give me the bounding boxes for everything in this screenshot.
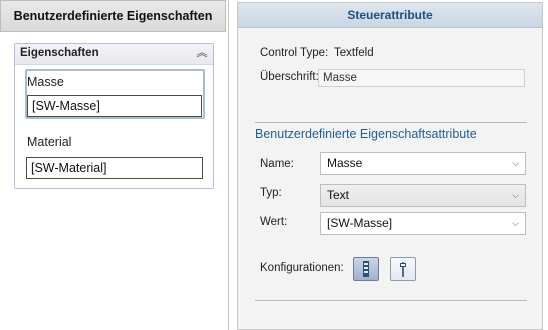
- double-chevron-up-icon[interactable]: ︽: [195, 46, 209, 61]
- control-type-value: Textfeld: [334, 47, 374, 59]
- config-specific-button[interactable]: [390, 257, 416, 281]
- properties-group: Eigenschaften ︽ Masse [SW-Masse] Materia…: [14, 43, 214, 189]
- caption-label: Überschrift:: [260, 71, 319, 83]
- material-label: Material: [27, 135, 72, 149]
- divider-top: [255, 122, 527, 123]
- name-dropdown-value: Masse: [327, 156, 363, 170]
- properties-group-titlebar: Eigenschaften ︽: [15, 44, 213, 65]
- custom-property-attributes-title: Benutzerdefinierte Eigenschaftsattribute: [255, 127, 477, 141]
- control-attributes-panel: Steuerattribute Control Type: Textfeld Ü…: [237, 2, 543, 330]
- type-dropdown-value: Text: [327, 188, 350, 202]
- config-specific-icon: [400, 262, 406, 277]
- custom-properties-panel: Benutzerdefinierte Eigenschaften Eigensc…: [0, 0, 229, 330]
- custom-properties-header: Benutzerdefinierte Eigenschaften: [0, 0, 226, 32]
- configurations-label: Konfigurationen:: [260, 262, 344, 274]
- value-label: Wert:: [260, 216, 288, 228]
- chevron-down-icon: ⌵: [512, 218, 519, 228]
- name-label: Name:: [260, 158, 294, 170]
- config-all-button[interactable]: [353, 257, 379, 281]
- properties-group-title: Eigenschaften: [20, 47, 99, 59]
- caption-field[interactable]: Masse: [318, 69, 525, 87]
- divider-bottom: [255, 300, 527, 301]
- masse-label: Masse: [27, 75, 64, 89]
- type-dropdown[interactable]: Text ⌵: [320, 184, 526, 207]
- value-dropdown-value: [SW-Masse]: [327, 216, 393, 230]
- value-dropdown[interactable]: [SW-Masse] ⌵: [320, 212, 526, 235]
- type-label: Typ:: [260, 187, 282, 199]
- masse-input[interactable]: [SW-Masse]: [27, 95, 202, 117]
- chevron-down-icon: ⌵: [512, 190, 519, 200]
- control-type-label: Control Type:: [260, 47, 329, 59]
- name-dropdown[interactable]: Masse ⌵: [320, 152, 526, 175]
- config-all-icon: [363, 261, 369, 277]
- chevron-down-icon: ⌵: [512, 158, 519, 168]
- control-attributes-header: Steuerattribute: [238, 3, 542, 28]
- material-input[interactable]: [SW-Material]: [26, 157, 203, 179]
